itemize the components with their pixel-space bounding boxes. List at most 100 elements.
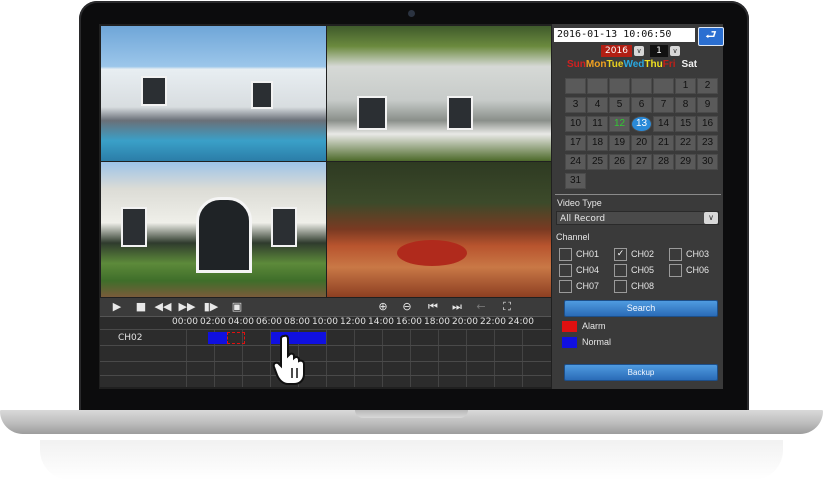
calendar-day[interactable]: 15 [675, 116, 696, 132]
calendar-day[interactable]: 5 [609, 97, 630, 113]
channel-checkbox[interactable] [559, 248, 572, 261]
month-select[interactable]: 1 [650, 45, 668, 57]
window-shape [357, 96, 387, 130]
calendar-day[interactable]: 20 [631, 135, 652, 151]
calendar-day[interactable]: 16 [697, 116, 718, 132]
calendar-day[interactable]: 19 [609, 135, 630, 151]
calendar-day[interactable]: 1 [675, 78, 696, 94]
timeline-hour-label: 02:00 [200, 317, 226, 327]
calendar-day[interactable]: 11 [587, 116, 608, 132]
timeline-hour-label: 18:00 [424, 317, 450, 327]
window-shape [121, 207, 147, 247]
video-type-label: Video Type [557, 198, 602, 208]
play-icon[interactable]: ▶ [108, 299, 126, 315]
timeline-hour-label: 10:00 [312, 317, 338, 327]
channel-checkbox[interactable] [614, 264, 627, 277]
calendar-day[interactable]: 17 [565, 135, 586, 151]
playback-toolbar: ▶ ■ ◀◀ ▶▶ ▮▶ ▣ ⊕ ⊖ ⏮ ⏭ ← ⛶ [100, 298, 551, 317]
channel-checkbox-label: CH01 [576, 249, 600, 259]
video-type-dropdown-icon[interactable]: ∨ [704, 212, 718, 224]
calendar-day[interactable]: 4 [587, 97, 608, 113]
video-type-select[interactable]: All Record [556, 211, 719, 225]
weekday-label: Wed [623, 59, 645, 70]
channel-checkbox[interactable] [559, 280, 572, 293]
calendar-day[interactable]: 28 [653, 154, 674, 170]
stop-icon[interactable]: ■ [132, 299, 150, 315]
calendar-day[interactable]: 21 [653, 135, 674, 151]
previous-icon[interactable]: ⏮ [424, 299, 442, 315]
calendar-day[interactable]: 2 [697, 78, 718, 94]
calendar-day[interactable]: 23 [697, 135, 718, 151]
calendar-day[interactable]: 30 [697, 154, 718, 170]
camera-view-1[interactable] [101, 26, 326, 161]
camera-view-2[interactable] [327, 26, 551, 161]
year-dropdown-icon[interactable]: ∨ [634, 46, 644, 56]
fullscreen-icon[interactable]: ⛶ [498, 299, 516, 315]
channel-checkbox[interactable]: ✓ [614, 248, 627, 261]
channel-checkbox[interactable] [669, 248, 682, 261]
window-shape [141, 76, 167, 106]
timeline-gridline [100, 329, 551, 330]
back-button[interactable]: ⮐ [698, 27, 724, 46]
weekday-label: Mon [585, 59, 607, 70]
timeline-hour-label: 00:00 [172, 317, 198, 327]
year-select[interactable]: 2016 [601, 45, 632, 57]
normal-legend-swatch [562, 337, 577, 348]
calendar-day[interactable]: 31 [565, 173, 586, 189]
rewind-icon[interactable]: ◀◀ [154, 299, 172, 315]
calendar-day[interactable]: 12 [609, 116, 630, 132]
calendar-day[interactable]: 9 [697, 97, 718, 113]
normal-record-segment[interactable] [208, 332, 227, 344]
laptop-reflection [40, 440, 783, 480]
zoom-in-icon[interactable]: ⊕ [374, 299, 392, 315]
calendar-day[interactable]: 25 [587, 154, 608, 170]
timeline-gridline [100, 345, 551, 346]
timeline-hour-label: 22:00 [480, 317, 506, 327]
datetime-display: 2016-01-13 10:06:50 [554, 28, 695, 42]
timeline-hour-label: 24:00 [508, 317, 534, 327]
laptop-notch [355, 410, 468, 418]
channel-checkbox[interactable] [559, 264, 572, 277]
calendar-day[interactable]: 27 [631, 154, 652, 170]
month-dropdown-icon[interactable]: ∨ [670, 46, 680, 56]
camera-view-4[interactable] [327, 162, 551, 297]
hand-pointer-icon [272, 334, 305, 385]
back-arrow-icon: ⮐ [705, 28, 717, 43]
calendar-day[interactable]: 8 [675, 97, 696, 113]
snapshot-icon[interactable]: ▣ [228, 299, 246, 315]
backup-button[interactable]: Backup [564, 364, 718, 381]
window-shape [251, 81, 273, 109]
door-shape [196, 197, 252, 273]
calendar-day[interactable]: 7 [653, 97, 674, 113]
calendar-day[interactable]: 29 [675, 154, 696, 170]
timeline-hour-label: 12:00 [340, 317, 366, 327]
calendar-day[interactable]: 13 [631, 116, 652, 132]
camera-view-3[interactable] [101, 162, 326, 297]
calendar-day[interactable]: 18 [587, 135, 608, 151]
patio-table-shape [397, 240, 467, 266]
calendar-day[interactable]: 3 [565, 97, 586, 113]
timeline-hour-line [186, 329, 187, 387]
timeline-hour-label: 16:00 [396, 317, 422, 327]
channel-checkbox-label: CH05 [631, 265, 655, 275]
calendar-day[interactable]: 22 [675, 135, 696, 151]
channel-checkbox-label: CH04 [576, 265, 600, 275]
step-forward-icon[interactable]: ▮▶ [202, 299, 220, 315]
calendar-day[interactable]: 6 [631, 97, 652, 113]
fast-forward-icon[interactable]: ▶▶ [178, 299, 196, 315]
calendar-day[interactable]: 26 [609, 154, 630, 170]
weekday-header: SunMonTueWedThuFri Sat [567, 59, 697, 70]
calendar-day[interactable]: 14 [653, 116, 674, 132]
alarm-record-segment[interactable] [226, 332, 245, 344]
calendar-day[interactable]: 10 [565, 116, 586, 132]
next-icon[interactable]: ⏭ [448, 299, 466, 315]
search-button[interactable]: Search [564, 300, 718, 317]
timeline-hour-label: 20:00 [452, 317, 478, 327]
calendar-day[interactable]: 24 [565, 154, 586, 170]
channel-checkbox[interactable] [614, 280, 627, 293]
zoom-out-icon[interactable]: ⊖ [398, 299, 416, 315]
channel-checkbox[interactable] [669, 264, 682, 277]
weekday-label: Tue [606, 59, 624, 70]
timeline[interactable]: 00:00 02:00 04:00 06:00 08:00 10:00 12:00 14:00… [100, 317, 551, 387]
calendar-empty-cell [609, 78, 630, 94]
